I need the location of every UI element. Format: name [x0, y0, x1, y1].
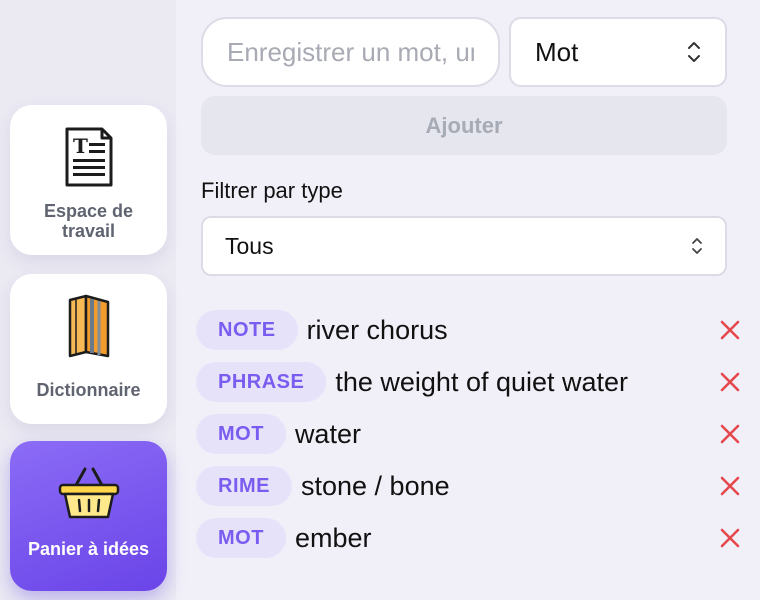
entry-text: the weight of quiet water	[335, 366, 629, 397]
sidebar-item-label: Dictionnaire	[36, 380, 141, 400]
type-badge: MOT	[196, 414, 286, 454]
entry-text: ember	[294, 522, 372, 553]
delete-icon[interactable]	[718, 474, 742, 498]
delete-icon[interactable]	[718, 422, 742, 446]
filter-label: Filtrer par type	[201, 178, 343, 203]
delete-icon[interactable]	[718, 318, 742, 342]
list-item: PHRASE the weight of quiet water	[196, 360, 742, 404]
type-badge: PHRASE	[196, 362, 327, 402]
type-badge: MOT	[196, 518, 286, 558]
book-icon	[66, 294, 112, 358]
entry-text: water	[294, 418, 361, 449]
sidebar-item-label: Panier à idées	[27, 539, 150, 559]
word-input[interactable]	[201, 17, 500, 87]
list-item: NOTE river chorus	[196, 308, 742, 352]
type-select-value: Mot	[535, 36, 579, 67]
chevron-up-down-icon	[692, 238, 702, 254]
chevron-up-down-icon	[688, 42, 700, 62]
entry-text: river chorus	[306, 314, 448, 345]
document-text-icon: T	[64, 125, 114, 189]
add-button[interactable]: Ajouter	[201, 96, 727, 155]
list-item: RIME stone / bone	[196, 464, 742, 508]
delete-icon[interactable]	[718, 370, 742, 394]
type-select[interactable]: Mot	[509, 17, 727, 87]
type-badge: NOTE	[196, 310, 298, 350]
list-item: MOT ember	[196, 516, 742, 560]
type-badge: RIME	[196, 466, 292, 506]
filter-type-select[interactable]: Tous	[201, 216, 727, 276]
sidebar: T Espace de travail Dictionnaire Panier …	[0, 0, 176, 600]
basket-icon	[57, 461, 121, 525]
sidebar-item-label: Espace de travail	[43, 201, 134, 241]
entry-text: stone / bone	[301, 470, 450, 501]
sidebar-item-basket[interactable]: Panier à idées	[10, 441, 167, 591]
idea-basket-panel: Mot Ajouter Filtrer par type Tous NOTE r…	[176, 0, 760, 600]
sidebar-item-workspace[interactable]: T Espace de travail	[10, 105, 167, 255]
delete-icon[interactable]	[718, 526, 742, 550]
sidebar-item-dictionary[interactable]: Dictionnaire	[10, 274, 167, 424]
svg-text:T: T	[73, 134, 88, 158]
filter-select-value: Tous	[225, 232, 274, 259]
list-item: MOT water	[196, 412, 742, 456]
